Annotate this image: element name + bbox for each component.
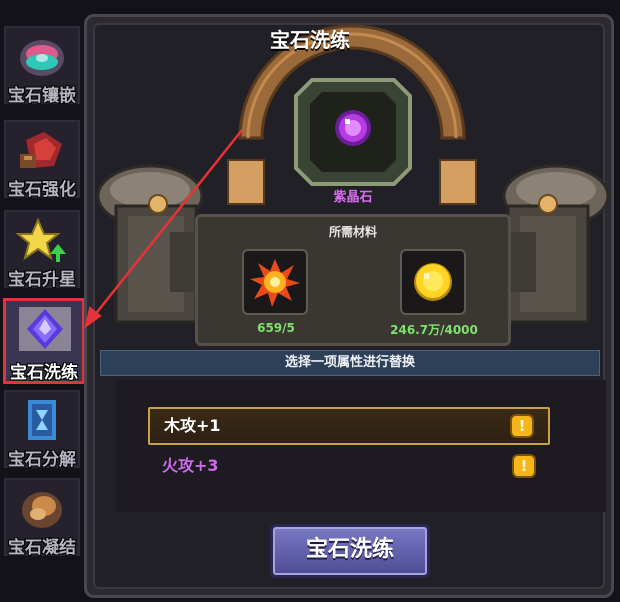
refine-button[interactable]: 宝石洗练 <box>270 524 430 578</box>
instruction-bar: 选择一项属性进行替换 <box>100 350 600 376</box>
exclamation-icon[interactable]: ! <box>510 414 534 438</box>
attribute-label: 木攻+1 <box>164 416 221 435</box>
gold-coin-icon <box>414 263 452 301</box>
attribute-row[interactable]: 火攻+3 ! <box>148 447 550 485</box>
materials-panel: 所需材料 659/5 246.7万/4000 <box>195 214 511 346</box>
material-count-gold: 246.7万/4000 <box>390 323 478 337</box>
materials-title: 所需材料 <box>328 225 377 239</box>
material-slot-fire[interactable] <box>242 249 308 315</box>
fire-essence-icon <box>250 259 300 307</box>
exclamation-icon[interactable]: ! <box>512 454 536 478</box>
amethyst-icon <box>335 110 371 146</box>
gem-name: 紫晶石 <box>333 190 373 205</box>
material-count-fire: 659/5 <box>257 321 295 335</box>
material-slot-gold[interactable] <box>400 249 466 315</box>
attribute-label: 火攻+3 <box>162 456 219 475</box>
attribute-list <box>116 380 606 512</box>
page-title: 宝石洗练 <box>270 28 350 52</box>
attribute-row-selected[interactable]: 木攻+1 ! <box>148 407 550 445</box>
